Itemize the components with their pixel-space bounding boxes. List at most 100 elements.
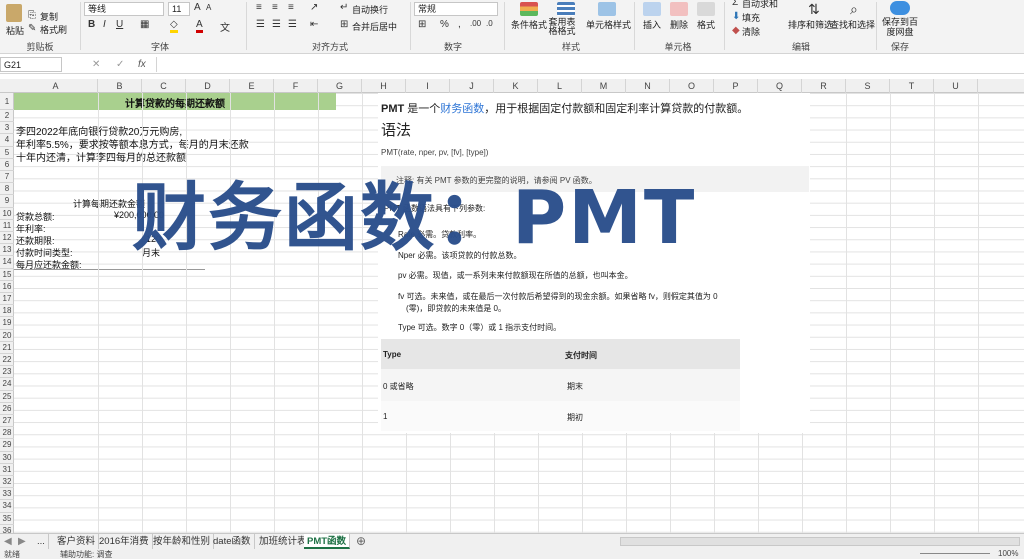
align-top-icon[interactable]: ≡	[256, 2, 262, 13]
bold-icon[interactable]: B	[88, 19, 95, 30]
fill-icon[interactable]: ⬇	[732, 11, 740, 22]
font-color-icon[interactable]: A	[196, 19, 203, 33]
column-header[interactable]: F	[274, 79, 318, 93]
align-center-icon[interactable]: ☰	[272, 19, 281, 30]
row-header[interactable]: 26	[0, 403, 14, 415]
underline-icon[interactable]: U	[116, 19, 123, 30]
column-header[interactable]: L	[538, 79, 582, 93]
format-icon[interactable]	[697, 2, 715, 16]
orientation-icon[interactable]: ↗	[310, 2, 318, 13]
sort-filter-button[interactable]: 排序和筛选	[788, 18, 833, 31]
align-left-icon[interactable]: ☰	[256, 19, 265, 30]
currency-icon[interactable]: ⊞	[418, 19, 426, 30]
number-format-select[interactable]: 常规	[414, 2, 498, 16]
row-header[interactable]: 34	[0, 500, 14, 513]
phonetic-icon[interactable]: 文	[220, 19, 230, 34]
row-header[interactable]: 35	[0, 513, 14, 525]
sheet-tab[interactable]: 按年龄和性别	[150, 534, 215, 549]
sheet-tab[interactable]: PMT函数	[304, 534, 351, 549]
baidu-cloud-icon[interactable]	[890, 1, 910, 15]
sheet-tab[interactable]: 加班统计表	[256, 534, 311, 549]
column-header[interactable]: D	[186, 79, 230, 93]
column-header[interactable]: I	[406, 79, 450, 93]
merge-center-button[interactable]: 合并后居中	[352, 20, 397, 33]
row-header[interactable]: 14	[0, 256, 14, 269]
row-header[interactable]: 5	[0, 147, 14, 159]
column-header[interactable]: R	[802, 79, 846, 93]
format-button[interactable]: 格式	[697, 18, 715, 31]
sheet-tab[interactable]: 2016年消费	[96, 534, 153, 549]
row-header[interactable]: 6	[0, 159, 14, 171]
column-header[interactable]: B	[98, 79, 142, 93]
function-icon[interactable]: fx	[138, 59, 146, 70]
decrease-font-icon[interactable]: A	[206, 3, 211, 12]
tab-prev-icon[interactable]: ◀	[4, 536, 12, 547]
row-header[interactable]: 27	[0, 415, 14, 428]
font-size-select[interactable]: 11	[168, 2, 190, 16]
table-format-icon[interactable]	[557, 2, 575, 16]
row-header[interactable]: 31	[0, 464, 14, 476]
autosum-icon[interactable]: Σ	[732, 0, 738, 8]
title-cell[interactable]: 计算贷款的每期还款额	[14, 95, 336, 110]
cell-style-button[interactable]: 单元格样式	[586, 18, 631, 31]
wrap-text-button[interactable]: 自动换行	[352, 3, 388, 16]
row-header[interactable]: 7	[0, 171, 14, 184]
add-sheet-icon[interactable]: ⊕	[356, 534, 366, 548]
row-header[interactable]: 12	[0, 232, 14, 245]
comma-icon[interactable]: ,	[458, 19, 461, 30]
column-header[interactable]: M	[582, 79, 626, 93]
column-header[interactable]: Q	[758, 79, 802, 93]
row-header[interactable]: 9	[0, 195, 14, 208]
save-baidu-button[interactable]: 保存到百度网盘	[881, 17, 919, 37]
cell-style-icon[interactable]	[598, 2, 616, 16]
status-accessibility[interactable]: 辅助功能: 调查	[60, 549, 112, 560]
row-header[interactable]: 17	[0, 293, 14, 306]
horizontal-scrollbar[interactable]	[620, 537, 1020, 546]
zoom-slider[interactable]	[920, 553, 990, 554]
formula-input[interactable]	[156, 57, 1022, 72]
sheet-tab[interactable]: date函数	[210, 534, 255, 549]
row-header[interactable]: 24	[0, 378, 14, 391]
row-header[interactable]: 11	[0, 220, 14, 232]
insert-button[interactable]: 插入	[643, 18, 661, 31]
merge-center-icon[interactable]: ⊞	[340, 19, 348, 30]
column-header[interactable]: E	[230, 79, 274, 93]
copy-button[interactable]: 复制	[40, 10, 58, 23]
row-header[interactable]: 16	[0, 281, 14, 293]
align-middle-icon[interactable]: ≡	[272, 2, 278, 13]
paste-button[interactable]: 粘贴	[6, 24, 24, 37]
sort-filter-icon[interactable]: ⇅	[808, 1, 820, 18]
help-link-financial[interactable]: 财务函数	[440, 103, 484, 115]
clear-button[interactable]: 清除	[742, 25, 760, 38]
tab-next-icon[interactable]: ▶	[18, 536, 26, 547]
fill-color-icon[interactable]: ◇	[170, 19, 178, 33]
column-header[interactable]: O	[670, 79, 714, 93]
delete-button[interactable]: 删除	[670, 18, 688, 31]
name-box[interactable]: G21	[0, 57, 62, 72]
wrap-text-icon[interactable]: ↵	[340, 2, 348, 13]
font-name-select[interactable]: 等线	[84, 2, 164, 16]
row-header[interactable]: 2	[0, 110, 14, 123]
find-select-button[interactable]: 查找和选择	[830, 18, 875, 31]
percent-icon[interactable]: %	[440, 19, 449, 30]
fill-button[interactable]: 填充	[742, 11, 760, 24]
column-header[interactable]: U	[934, 79, 978, 93]
indent-icon[interactable]: ⇤	[310, 19, 318, 30]
format-painter-icon[interactable]: ✎	[28, 23, 36, 34]
row-header[interactable]: 15	[0, 269, 14, 281]
column-header[interactable]: N	[626, 79, 670, 93]
clear-icon[interactable]: ◆	[732, 25, 740, 36]
row-header[interactable]: 21	[0, 342, 14, 354]
column-header[interactable]: G	[318, 79, 362, 93]
column-header[interactable]: T	[890, 79, 934, 93]
decimal-increase-icon[interactable]: .00	[470, 19, 481, 28]
column-header[interactable]: A	[14, 79, 98, 93]
row-header[interactable]: 29	[0, 439, 14, 452]
row-header[interactable]: 23	[0, 366, 14, 379]
increase-font-icon[interactable]: A	[194, 2, 201, 13]
align-bottom-icon[interactable]: ≡	[288, 2, 294, 13]
row-header[interactable]: 1	[0, 93, 14, 110]
row-header[interactable]: 13	[0, 244, 14, 257]
column-header[interactable]: C	[142, 79, 186, 93]
row-header[interactable]: 25	[0, 391, 14, 403]
